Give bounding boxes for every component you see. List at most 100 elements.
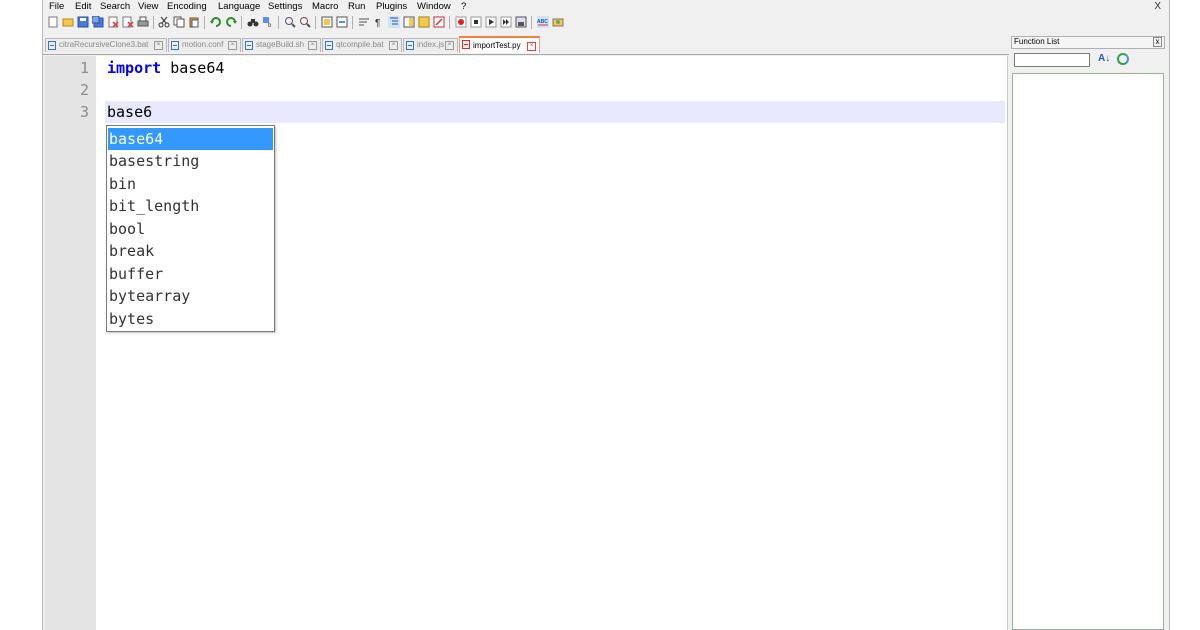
document-tabs: citraRecursiveClone3.bat × motion.conf ×… — [43, 36, 1009, 55]
menu-settings[interactable]: Settings — [268, 1, 302, 12]
menu-encoding[interactable]: Encoding — [167, 1, 207, 12]
module-name: base64 — [161, 59, 225, 77]
tab-import-test[interactable]: importTest.py × — [459, 36, 540, 53]
cut-icon[interactable] — [158, 16, 170, 28]
close-window-button[interactable]: X — [1154, 1, 1161, 12]
tab-close-icon[interactable]: × — [228, 41, 237, 50]
spell-check-icon[interactable]: ABC — [537, 16, 549, 28]
tab-close-icon[interactable]: × — [389, 41, 398, 50]
current-line-highlight — [105, 101, 1005, 123]
code-line-3: base6 — [107, 103, 153, 121]
tab-stage-build[interactable]: stageBuild.sh × — [242, 38, 321, 52]
tab-close-icon[interactable]: × — [308, 41, 317, 50]
reload-icon[interactable] — [1117, 53, 1129, 65]
toolbar-separator — [315, 16, 316, 29]
menu-edit[interactable]: Edit — [75, 1, 91, 12]
run-macro-multiple-icon[interactable] — [500, 16, 512, 28]
find-icon[interactable] — [247, 16, 259, 28]
autocomplete-item[interactable]: bool — [108, 218, 273, 240]
tab-index-js[interactable]: index.js × — [403, 38, 458, 52]
close-icon[interactable] — [107, 16, 119, 28]
toolbar-separator — [531, 16, 532, 29]
menu-file[interactable]: File — [49, 1, 64, 12]
new-file-icon[interactable] — [47, 16, 59, 28]
file-icon — [325, 41, 333, 50]
code-line-1: import base64 — [107, 57, 224, 79]
file-icon — [406, 41, 414, 50]
autocomplete-item[interactable]: bit_length — [108, 195, 273, 217]
line-number-gutter: 1 2 3 — [45, 56, 96, 630]
function-list-panel: Function List x A↓ — [1009, 34, 1168, 630]
close-all-icon[interactable] — [122, 16, 134, 28]
sync-vertical-icon[interactable] — [321, 16, 333, 28]
toolbar-separator — [153, 16, 154, 29]
tab-qtcompile[interactable]: qtcompile.bat × — [322, 38, 402, 52]
toolbar: b ¶ ABC — [45, 15, 745, 33]
word-wrap-icon[interactable] — [358, 16, 370, 28]
toolbar-separator — [278, 16, 279, 29]
menu-help[interactable]: ? — [461, 1, 466, 12]
file-icon — [48, 41, 56, 50]
menu-macro[interactable]: Macro — [312, 1, 338, 12]
function-list-search-input[interactable] — [1014, 53, 1090, 67]
tab-label: motion.conf — [182, 40, 224, 49]
function-list-header: Function List x — [1011, 36, 1165, 49]
tab-close-icon[interactable]: × — [445, 41, 454, 50]
record-macro-icon[interactable] — [455, 16, 467, 28]
paste-icon[interactable] — [188, 16, 200, 28]
toolbar-separator — [449, 16, 450, 29]
svg-text:b: b — [268, 23, 272, 28]
autocomplete-item[interactable]: bytearray — [108, 285, 273, 307]
tab-label: qtcompile.bat — [336, 40, 384, 49]
save-macro-icon[interactable] — [515, 16, 527, 28]
autocomplete-popup: base64 basestring bin bit_length bool br… — [106, 125, 275, 332]
replace-icon[interactable]: b — [262, 16, 274, 28]
function-list-icon[interactable] — [418, 16, 430, 28]
zoom-out-icon[interactable] — [299, 16, 311, 28]
autocomplete-item[interactable]: break — [108, 240, 273, 262]
autocomplete-item[interactable]: basestring — [108, 150, 273, 172]
undo-icon[interactable] — [210, 16, 222, 28]
toolbar-separator — [352, 16, 353, 29]
tab-motion-conf[interactable]: motion.conf × — [168, 38, 241, 52]
play-macro-icon[interactable] — [485, 16, 497, 28]
menu-search[interactable]: Search — [100, 1, 130, 12]
copy-icon[interactable] — [173, 16, 185, 28]
function-list-tree[interactable] — [1012, 73, 1164, 630]
redo-icon[interactable] — [225, 16, 237, 28]
menu-view[interactable]: View — [138, 1, 158, 12]
zoom-in-icon[interactable] — [284, 16, 296, 28]
keyword-import: import — [107, 59, 162, 77]
plugin-icon[interactable] — [552, 16, 564, 28]
function-list-close-button[interactable]: x — [1153, 37, 1162, 47]
tab-close-icon[interactable]: × — [154, 41, 163, 50]
document-map-icon[interactable] — [403, 16, 415, 28]
sync-horizontal-icon[interactable] — [336, 16, 348, 28]
menu-run[interactable]: Run — [348, 1, 365, 12]
print-icon[interactable] — [137, 16, 149, 28]
menu-language[interactable]: Language — [218, 1, 260, 12]
folder-as-workspace-icon[interactable] — [433, 16, 445, 28]
show-all-chars-icon[interactable]: ¶ — [373, 16, 385, 28]
autocomplete-item[interactable]: bytes — [108, 308, 273, 330]
stop-macro-icon[interactable] — [470, 16, 482, 28]
tab-citra-recursive-clone[interactable]: citraRecursiveClone3.bat × — [45, 38, 167, 52]
line-number: 2 — [79, 81, 89, 99]
menu-window[interactable]: Window — [417, 1, 451, 12]
line-number: 1 — [79, 59, 89, 77]
file-icon — [171, 41, 179, 50]
svg-text:ABC: ABC — [537, 19, 548, 25]
notepad-plus-plus-window: File Edit Search View Encoding Language … — [42, 0, 1170, 630]
tab-label: stageBuild.sh — [256, 40, 305, 49]
tab-close-icon[interactable]: × — [527, 42, 536, 51]
toolbar-separator — [204, 16, 205, 29]
indent-guide-icon[interactable] — [388, 16, 400, 28]
autocomplete-item[interactable]: buffer — [108, 263, 273, 285]
autocomplete-item[interactable]: bin — [108, 173, 273, 195]
sort-icon[interactable]: A↓ — [1098, 53, 1110, 64]
save-icon[interactable] — [77, 16, 89, 28]
menu-plugins[interactable]: Plugins — [376, 1, 407, 12]
autocomplete-item[interactable]: base64 — [108, 128, 273, 150]
open-file-icon[interactable] — [62, 16, 74, 28]
save-all-icon[interactable] — [92, 16, 104, 28]
